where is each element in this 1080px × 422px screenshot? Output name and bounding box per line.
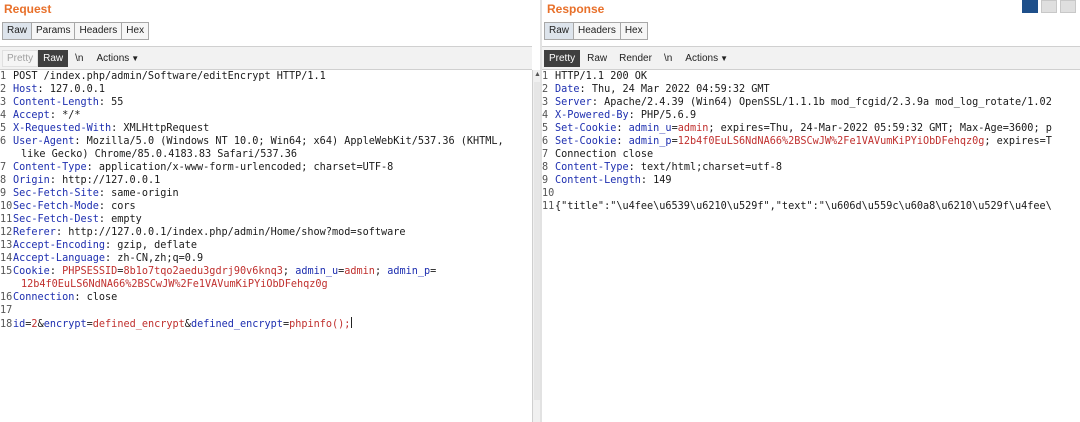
- raw-button[interactable]: Raw: [38, 49, 69, 67]
- editor-line: 1 POST /index.php/admin/Software/editEncr…: [0, 71, 326, 82]
- editor-line: 2 Host: 127.0.0.1: [0, 84, 106, 95]
- actions-menu[interactable]: Actions ▼: [679, 51, 734, 66]
- body-line: 18id=2&encrypt=defined_encrypt&defined_e…: [0, 317, 353, 330]
- cookie-line: 15Cookie: PHPSESSID=8b1o7tqo2aedu3gdrj90…: [0, 266, 437, 277]
- tab-raw[interactable]: Raw: [544, 22, 575, 40]
- editor-line: 4 Accept: */*: [0, 110, 81, 121]
- chevron-down-icon: ▼: [720, 53, 729, 63]
- editor-line: 9 Content-Length: 149: [542, 175, 672, 186]
- editor-line: 11Sec-Fetch-Dest: empty: [0, 214, 142, 225]
- editor-line: 10Sec-Fetch-Mode: cors: [0, 201, 136, 212]
- layout-switcher: [1022, 0, 1076, 13]
- tab-raw[interactable]: Raw: [2, 22, 33, 40]
- request-editor[interactable]: 1 POST /index.php/admin/Software/editEncr…: [0, 70, 532, 422]
- request-tabs: Raw Params Headers Hex: [2, 22, 150, 40]
- editor-line: like Gecko) Chrome/85.0.4183.83 Safari/5…: [21, 149, 298, 160]
- actions-menu[interactable]: Actions ▼: [90, 51, 145, 66]
- response-body-line: 11{"title":"\u4fee\u6539\u6210\u529f","t…: [542, 201, 1052, 212]
- editor-line: 12Referer: http://127.0.0.1/index.php/ad…: [0, 227, 406, 238]
- tab-params[interactable]: Params: [32, 22, 76, 40]
- split-rows-icon[interactable]: [1041, 0, 1057, 13]
- response-pane: Response Raw Headers Hex Pretty Raw Rend…: [542, 0, 1080, 422]
- editor-line: 7 Connection close: [542, 149, 654, 160]
- tab-headers[interactable]: Headers: [574, 22, 621, 40]
- response-title: Response: [547, 2, 605, 16]
- text-cursor: [351, 317, 353, 328]
- editor-line: 4 X-Powered-By: PHP/5.6.9: [542, 110, 697, 121]
- response-toolbar: Pretty Raw Render \n Actions ▼: [542, 46, 1080, 70]
- editor-line: 7 Content-Type: application/x-www-form-ur…: [0, 162, 394, 173]
- editor-line: 8 Origin: http://127.0.0.1: [0, 175, 161, 186]
- tabbed-layout-icon[interactable]: [1060, 0, 1076, 13]
- pretty-button[interactable]: Pretty: [544, 49, 581, 67]
- newline-toggle[interactable]: \n: [659, 51, 677, 66]
- request-toolbar: Pretty Raw \n Actions ▼: [0, 46, 532, 70]
- split-columns-icon[interactable]: [1022, 0, 1038, 13]
- actions-label: Actions: [685, 52, 719, 64]
- pretty-button[interactable]: Pretty: [2, 49, 39, 67]
- editor-line: 14Accept-Language: zh-CN,zh;q=0.9: [0, 253, 204, 264]
- raw-button[interactable]: Raw: [582, 51, 612, 66]
- tab-headers[interactable]: Headers: [75, 22, 123, 40]
- editor-line: 2 Date: Thu, 24 Mar 2022 04:59:32 GMT: [542, 84, 770, 95]
- render-button[interactable]: Render: [614, 51, 657, 66]
- editor-line: 1 HTTP/1.1 200 OK: [542, 71, 648, 82]
- tab-hex[interactable]: Hex: [122, 22, 150, 40]
- chevron-down-icon: ▼: [131, 53, 140, 63]
- editor-line: 8 Content-Type: text/html;charset=utf-8: [542, 162, 782, 173]
- newline-toggle[interactable]: \n: [70, 51, 88, 66]
- editor-line: 3 Server: Apache/2.4.39 (Win64) OpenSSL/1…: [542, 97, 1052, 108]
- set-cookie-line: 5 Set-Cookie: admin_u=admin; expires=Thu,…: [542, 123, 1052, 134]
- connection-line: 16Connection: close: [0, 292, 118, 303]
- request-title: Request: [4, 2, 52, 16]
- cookie-line-wrap: 12b4f0EuLS6NdNA66%2BSCwJW%2Fe1VAVumKiPYi…: [21, 279, 328, 290]
- editor-line: 6 User-Agent: Mozilla/5.0 (Windows NT 10.…: [0, 136, 504, 147]
- tab-hex[interactable]: Hex: [620, 22, 648, 40]
- response-tabs: Raw Headers Hex: [544, 22, 648, 40]
- blank-line: 17: [0, 305, 13, 316]
- request-pane: Request Raw Params Headers Hex Pretty Ra…: [0, 0, 532, 422]
- editor-line: 13Accept-Encoding: gzip, deflate: [0, 240, 198, 251]
- editor-line: 10: [542, 188, 555, 199]
- editor-line: 5 X-Requested-With: XMLHttpRequest: [0, 123, 210, 134]
- editor-line: 9 Sec-Fetch-Site: same-origin: [0, 188, 179, 199]
- editor-line: 3 Content-Length: 55: [0, 97, 124, 108]
- response-editor[interactable]: 1 HTTP/1.1 200 OK 2 Date: Thu, 24 Mar 2022 …: [542, 70, 1080, 422]
- actions-label: Actions: [96, 52, 130, 64]
- set-cookie-line: 6 Set-Cookie: admin_p=12b4f0EuLS6NdNA66%2…: [542, 136, 1052, 147]
